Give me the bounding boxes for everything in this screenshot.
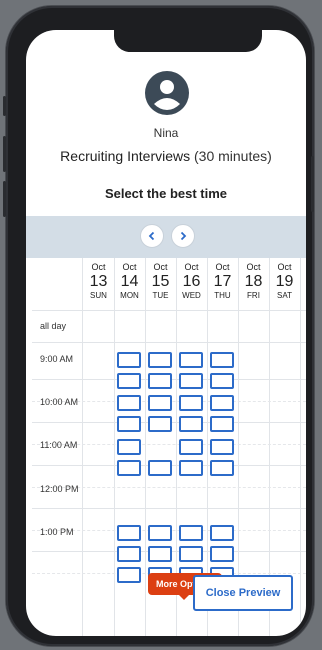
grid-column-line (145, 258, 146, 636)
day-date: 16 (182, 273, 201, 290)
time-slot-wed-1000[interactable] (179, 395, 203, 411)
day-month: Oct (246, 262, 261, 272)
day-date: 18 (244, 273, 263, 290)
time-slot-thu-100[interactable] (210, 525, 234, 541)
day-weekday: THU (214, 291, 231, 300)
time-slot-wed-1030[interactable] (179, 416, 203, 432)
event-duration: (30 minutes) (194, 148, 272, 164)
grid-column-line (114, 258, 115, 636)
chevron-right-icon (180, 231, 187, 241)
time-slot-wed-930[interactable] (179, 373, 203, 389)
time-slot-mon-1130[interactable] (117, 460, 141, 476)
time-slot-mon-1000[interactable] (117, 395, 141, 411)
time-slot-mon-200[interactable] (117, 567, 141, 583)
grid-row-line (32, 508, 306, 509)
time-slot-mon-100[interactable] (117, 525, 141, 541)
previous-week-button[interactable] (140, 224, 164, 248)
all-day-label: all day (40, 321, 67, 331)
time-slot-wed-100[interactable] (179, 525, 203, 541)
time-label: 9:00 AM (40, 354, 74, 364)
time-slot-tue-930[interactable] (148, 373, 172, 389)
close-preview-button[interactable]: Close Preview (193, 575, 293, 611)
grid-row-line (32, 310, 306, 311)
time-slot-thu-930[interactable] (210, 373, 234, 389)
time-slot-thu-1130[interactable] (210, 460, 234, 476)
volume-up-button (3, 136, 6, 172)
day-weekday: MON (120, 291, 139, 300)
day-month: Oct (184, 262, 199, 272)
time-slot-wed-130[interactable] (179, 546, 203, 562)
time-slot-thu-1100[interactable] (210, 439, 234, 455)
day-header-tue: Oct 15 TUE (145, 262, 176, 301)
select-time-heading: Select the best time (104, 186, 228, 201)
week-navigation-bar (26, 216, 306, 258)
time-slot-thu-1030[interactable] (210, 416, 234, 432)
day-header-fri: Oct 18 FRI (238, 262, 269, 301)
day-header-sun: Oct 13 SUN (83, 262, 114, 301)
phone-screen: Nina Recruiting Interviews (30 minutes) … (26, 30, 306, 636)
day-header-sat: Oct 19 SAT (269, 262, 300, 301)
time-slot-wed-1100[interactable] (179, 439, 203, 455)
day-date: 19 (275, 273, 294, 290)
time-slot-tue-1000[interactable] (148, 395, 172, 411)
day-date: 14 (120, 273, 139, 290)
day-weekday: TUE (152, 291, 169, 300)
event-name: Recruiting Interviews (60, 148, 191, 164)
mute-switch (3, 96, 6, 116)
day-month: Oct (277, 262, 292, 272)
event-title: Recruiting Interviews (30 minutes) (26, 148, 306, 164)
day-weekday: FRI (247, 291, 260, 300)
day-header-wed: Oct 16 WED (176, 262, 207, 301)
day-month: Oct (122, 262, 137, 272)
next-week-button[interactable] (171, 224, 195, 248)
time-slot-tue-1030[interactable] (148, 416, 172, 432)
time-slot-tue-100[interactable] (148, 525, 172, 541)
time-slot-tue-130[interactable] (148, 546, 172, 562)
day-date: 17 (213, 273, 232, 290)
day-header-thu: Oct 17 THU (207, 262, 238, 301)
volume-down-button (3, 181, 6, 217)
time-slot-thu-130[interactable] (210, 546, 234, 562)
day-header-mon: Oct 14 MON (114, 262, 145, 301)
avatar-icon (145, 71, 189, 115)
grid-row-line (32, 342, 306, 343)
time-slot-tue-1130[interactable] (148, 460, 172, 476)
time-slot-wed-900[interactable] (179, 352, 203, 368)
time-slot-thu-900[interactable] (210, 352, 234, 368)
day-month: Oct (91, 262, 106, 272)
day-weekday: SUN (90, 291, 107, 300)
time-slot-wed-1130[interactable] (179, 460, 203, 476)
grid-column-line (300, 258, 301, 636)
host-name: Nina (153, 126, 179, 140)
day-weekday: SAT (277, 291, 292, 300)
day-month: Oct (215, 262, 230, 272)
time-label: 12:00 PM (40, 484, 79, 494)
day-date: 15 (151, 273, 170, 290)
notch (114, 30, 262, 52)
chevron-left-icon (148, 231, 155, 241)
time-slot-thu-1000[interactable] (210, 395, 234, 411)
time-slot-mon-930[interactable] (117, 373, 141, 389)
grid-column-line (82, 258, 83, 636)
time-slot-tue-900[interactable] (148, 352, 172, 368)
time-label: 1:00 PM (40, 527, 74, 537)
time-slot-mon-900[interactable] (117, 352, 141, 368)
time-label: 11:00 AM (40, 440, 78, 450)
time-slot-mon-1030[interactable] (117, 416, 141, 432)
time-slot-mon-130[interactable] (117, 546, 141, 562)
day-date: 13 (89, 273, 108, 290)
day-month: Oct (153, 262, 168, 272)
time-label: 10:00 AM (40, 397, 79, 407)
power-button (311, 156, 314, 212)
day-weekday: WED (182, 291, 201, 300)
time-slot-mon-1100[interactable] (117, 439, 141, 455)
